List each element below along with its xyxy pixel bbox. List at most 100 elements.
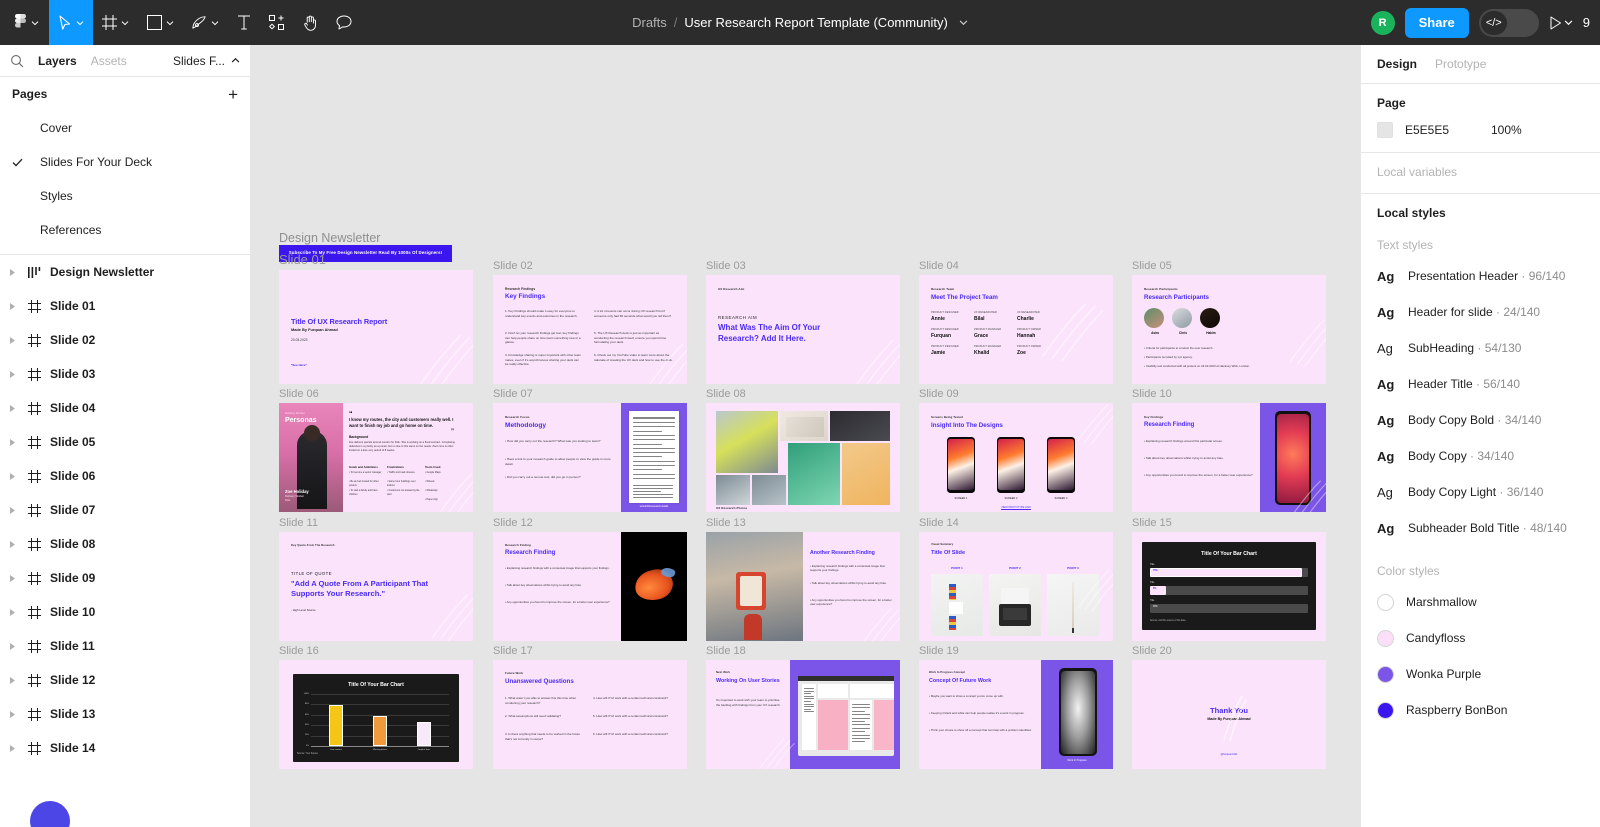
share-button[interactable]: Share bbox=[1405, 8, 1469, 38]
frame-thumbnail[interactable]: Title Of Your Bar Chart100%80%60%40%20%0… bbox=[279, 660, 473, 769]
frame-label[interactable]: Slide 18 bbox=[706, 645, 746, 657]
frame-label[interactable]: Slide 05 bbox=[1132, 260, 1172, 272]
frame-thumbnail[interactable]: Research ParticipantsResearch Participan… bbox=[1132, 275, 1326, 384]
chevron-right-icon[interactable] bbox=[8, 575, 18, 582]
text-style-header-title[interactable]: AgHeader Title · 56/140 bbox=[1361, 366, 1600, 402]
breadcrumb-drafts[interactable]: Drafts bbox=[632, 15, 667, 30]
layer-item-slide-01[interactable]: Slide 01 bbox=[0, 289, 250, 323]
frame-thumbnail[interactable]: Research FocusMethodology• How did you c… bbox=[493, 403, 687, 512]
frame-thumbnail[interactable]: Title Of UX Research ReportMade By Furqu… bbox=[279, 270, 473, 384]
frame-thumbnail[interactable]: Another Research Finding• Explaining res… bbox=[706, 532, 900, 641]
color-style-raspberry-bonbon[interactable]: Raspberry BonBon bbox=[1361, 692, 1600, 728]
frame-label[interactable]: Slide 03 bbox=[706, 260, 746, 272]
color-style-wonka-purple[interactable]: Wonka Purple bbox=[1361, 656, 1600, 692]
components-tool-icon[interactable] bbox=[260, 0, 294, 45]
file-menu-chevron-down-icon[interactable] bbox=[959, 18, 968, 27]
layer-item-slide-04[interactable]: Slide 04 bbox=[0, 391, 250, 425]
frame-label[interactable]: Slide 09 bbox=[919, 388, 959, 400]
frame-label[interactable]: Slide 20 bbox=[1132, 645, 1172, 657]
present-chevron-down-icon[interactable] bbox=[1564, 18, 1573, 27]
frame-label[interactable]: Slide 12 bbox=[493, 517, 533, 529]
frame-label[interactable]: Slide 16 bbox=[279, 645, 319, 657]
page-color-hex[interactable]: E5E5E5 bbox=[1405, 123, 1479, 137]
layer-item-slide-14[interactable]: Slide 14 bbox=[0, 731, 250, 765]
comment-tool-icon[interactable] bbox=[327, 0, 361, 45]
frame-slide-18[interactable]: Slide 18Next WorkWorking On User Stories… bbox=[706, 660, 900, 769]
frame-slide-12[interactable]: Slide 12Research FindingResearch Finding… bbox=[493, 532, 687, 641]
dev-mode-toggle[interactable]: </> bbox=[1479, 9, 1539, 37]
frame-slide-02[interactable]: Slide 02Research FindingsKey Findings1. … bbox=[493, 275, 687, 384]
frame-slide-19[interactable]: Slide 19Work In Progress ConceptConcept … bbox=[919, 660, 1113, 769]
layer-item-slide-05[interactable]: Slide 05 bbox=[0, 425, 250, 459]
frame-label[interactable]: Slide 15 bbox=[1132, 517, 1172, 529]
chevron-right-icon[interactable] bbox=[8, 507, 18, 514]
local-variables-section[interactable]: Local variables bbox=[1361, 153, 1600, 194]
frame-label[interactable]: Slide 01 bbox=[279, 252, 326, 267]
frame-thumbnail[interactable]: Work In Progress ConceptConcept Of Futur… bbox=[919, 660, 1113, 769]
layer-item-slide-12[interactable]: Slide 12 bbox=[0, 663, 250, 697]
text-style-presentation-header[interactable]: AgPresentation Header · 96/140 bbox=[1361, 258, 1600, 294]
page-color-swatch[interactable] bbox=[1377, 122, 1393, 138]
frame-slide-01[interactable]: Slide 01Title Of UX Research ReportMade … bbox=[279, 270, 473, 384]
frame-slide-09[interactable]: Slide 09Screens Being TestedInsight Into… bbox=[919, 403, 1113, 512]
layer-item-slide-09[interactable]: Slide 09 bbox=[0, 561, 250, 595]
pen-tool-icon[interactable] bbox=[183, 0, 228, 45]
layer-item-slide-10[interactable]: Slide 10 bbox=[0, 595, 250, 629]
layer-item-slide-06[interactable]: Slide 06 bbox=[0, 459, 250, 493]
frame-slide-16[interactable]: Slide 16Title Of Your Bar Chart100%80%60… bbox=[279, 660, 473, 769]
frame-thumbnail[interactable]: Future WorkUnanswered Questions1. What w… bbox=[493, 660, 687, 769]
canvas[interactable]: Design NewsletterSubscribe To My Free De… bbox=[251, 45, 1360, 827]
present-button[interactable] bbox=[1549, 16, 1573, 30]
chevron-right-icon[interactable] bbox=[8, 405, 18, 412]
frame-label[interactable]: Slide 08 bbox=[706, 388, 746, 400]
chevron-right-icon[interactable] bbox=[8, 439, 18, 446]
frame-slide-17[interactable]: Slide 17Future WorkUnanswered Questions1… bbox=[493, 660, 687, 769]
page-title[interactable]: User Research Report Template (Community… bbox=[684, 15, 947, 30]
page-selector[interactable]: Slides F... bbox=[173, 54, 240, 68]
frame-slide-06[interactable]: Slide 06Delivery WorkerPersonasZoe Holid… bbox=[279, 403, 473, 512]
frame-label[interactable]: Slide 14 bbox=[919, 517, 959, 529]
page-item-slides-for-your-deck[interactable]: Slides For Your Deck bbox=[0, 145, 250, 179]
avatar[interactable]: R bbox=[1371, 11, 1395, 35]
tab-assets[interactable]: Assets bbox=[91, 54, 127, 68]
zoom-level-menu[interactable]: 9 bbox=[1583, 15, 1592, 30]
color-style-marshmallow[interactable]: Marshmallow bbox=[1361, 584, 1600, 620]
chevron-right-icon[interactable] bbox=[8, 711, 18, 718]
frame-label[interactable]: Slide 07 bbox=[493, 388, 533, 400]
chevron-right-icon[interactable] bbox=[8, 303, 18, 310]
section-label[interactable]: Design Newsletter bbox=[279, 231, 380, 245]
text-style-subheading[interactable]: AgSubHeading · 54/130 bbox=[1361, 330, 1600, 366]
text-style-body-copy-light[interactable]: AgBody Copy Light · 36/140 bbox=[1361, 474, 1600, 510]
frame-slide-03[interactable]: Slide 03UX Research AimRESEARCH AIMWhat … bbox=[706, 275, 900, 384]
tab-layers[interactable]: Layers bbox=[38, 54, 77, 68]
layer-item-slide-08[interactable]: Slide 08 bbox=[0, 527, 250, 561]
figma-menu-icon[interactable] bbox=[0, 0, 49, 45]
frame-slide-20[interactable]: Slide 20Thank YouMade By Furquan Ahmad@f… bbox=[1132, 660, 1326, 769]
chevron-right-icon[interactable] bbox=[8, 541, 18, 548]
shape-tool-icon[interactable] bbox=[138, 0, 183, 45]
tab-prototype[interactable]: Prototype bbox=[1435, 57, 1486, 71]
frame-thumbnail[interactable]: Screens Being TestedInsight Into The Des… bbox=[919, 403, 1113, 512]
frame-slide-10[interactable]: Slide 10Key FindingsResearch Finding• Ex… bbox=[1132, 403, 1326, 512]
page-item-references[interactable]: References bbox=[0, 213, 250, 247]
text-style-body-copy-bold[interactable]: AgBody Copy Bold · 34/140 bbox=[1361, 402, 1600, 438]
frame-slide-13[interactable]: Slide 13Another Research Finding• Explai… bbox=[706, 532, 900, 641]
layer-item-slide-07[interactable]: Slide 07 bbox=[0, 493, 250, 527]
frame-thumbnail[interactable]: Delivery WorkerPersonasZoe HolidayDelive… bbox=[279, 403, 473, 512]
chevron-right-icon[interactable] bbox=[8, 677, 18, 684]
plus-icon[interactable]: + bbox=[228, 86, 238, 103]
frame-thumbnail[interactable]: Title Of Your Bar ChartTitle75%Title5%Ti… bbox=[1132, 532, 1326, 641]
frame-slide-08[interactable]: Slide 08UX Research Photos bbox=[706, 403, 900, 512]
text-style-subheader-bold-title[interactable]: AgSubheader Bold Title · 48/140 bbox=[1361, 510, 1600, 546]
move-tool-icon[interactable] bbox=[49, 0, 93, 45]
search-icon[interactable] bbox=[10, 54, 24, 68]
chevron-right-icon[interactable] bbox=[8, 337, 18, 344]
text-style-header-for-slide[interactable]: AgHeader for slide · 24/140 bbox=[1361, 294, 1600, 330]
layer-item-slide-03[interactable]: Slide 03 bbox=[0, 357, 250, 391]
frame-thumbnail[interactable]: Key FindingsResearch Finding• Explaining… bbox=[1132, 403, 1326, 512]
frame-thumbnail[interactable]: Research TeamMeet The Project TeamPRODUC… bbox=[919, 275, 1113, 384]
hand-tool-icon[interactable] bbox=[294, 0, 327, 45]
frame-slide-07[interactable]: Slide 07Research FocusMethodology• How d… bbox=[493, 403, 687, 512]
text-style-body-copy[interactable]: AgBody Copy · 34/140 bbox=[1361, 438, 1600, 474]
frame-thumbnail[interactable]: Visual SummaryTitle Of SlidePOINT 1POINT… bbox=[919, 532, 1113, 641]
